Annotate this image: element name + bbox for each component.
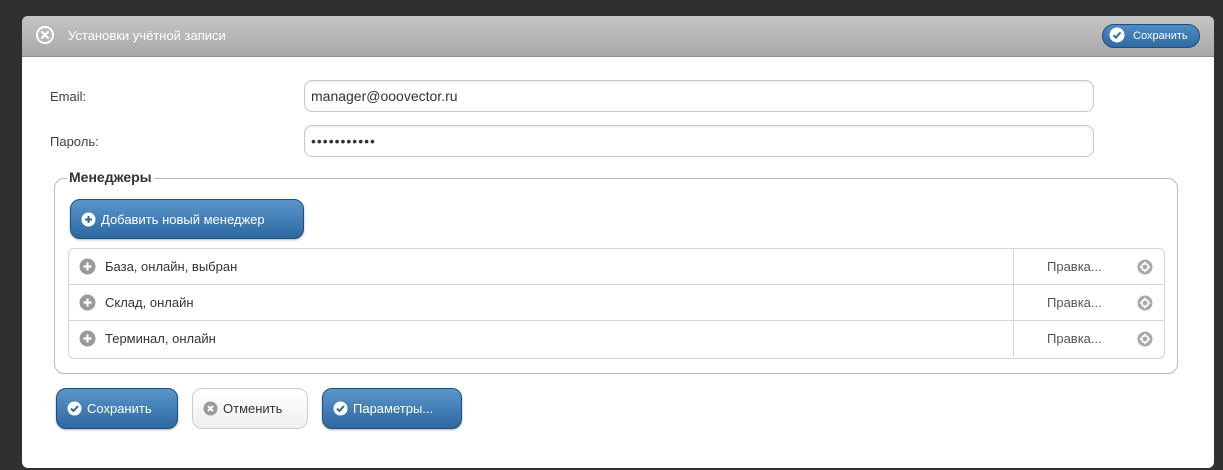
header-save-label: Сохранить xyxy=(1133,30,1188,42)
gear-icon[interactable] xyxy=(1137,295,1153,316)
checkmark-icon xyxy=(333,401,348,416)
checkmark-icon xyxy=(1109,27,1125,46)
cancel-label: Отменить xyxy=(223,401,283,416)
list-item[interactable]: База, онлайн, выбран Правка... xyxy=(69,249,1164,285)
edit-link[interactable]: Правка... xyxy=(1047,295,1102,310)
managers-list: База, онлайн, выбран Правка... Склад, он… xyxy=(68,248,1165,359)
gear-icon[interactable] xyxy=(1137,259,1153,280)
add-manager-label: Добавить новый менеджер xyxy=(101,211,265,227)
expand-plus-icon[interactable] xyxy=(79,330,96,352)
edit-link[interactable]: Правка... xyxy=(1047,331,1102,346)
save-label: Сохранить xyxy=(87,401,152,416)
expand-plus-icon[interactable] xyxy=(79,294,96,316)
save-button[interactable]: Сохранить xyxy=(56,388,178,429)
email-label: Email: xyxy=(50,89,87,104)
add-manager-button[interactable]: Добавить новый менеджер xyxy=(70,199,304,239)
column-divider xyxy=(1013,249,1014,284)
email-field[interactable] xyxy=(304,80,1094,112)
close-icon[interactable] xyxy=(36,26,54,44)
parameters-button[interactable]: Параметры... xyxy=(322,388,462,429)
password-field[interactable] xyxy=(304,125,1094,157)
cancel-button[interactable]: Отменить xyxy=(192,388,308,429)
gear-icon[interactable] xyxy=(1137,331,1153,352)
manager-name: Терминал, онлайн xyxy=(105,331,216,346)
managers-legend: Менеджеры xyxy=(67,169,154,185)
edit-link[interactable]: Правка... xyxy=(1047,259,1102,274)
managers-group: Менеджеры Добавить новый менеджер База, … xyxy=(54,169,1178,374)
manager-name: Склад, онлайн xyxy=(105,295,194,310)
header-save-button[interactable]: Сохранить xyxy=(1102,24,1200,48)
column-divider xyxy=(1013,321,1014,357)
dialog-titlebar: Установки учётной записи Сохранить xyxy=(22,16,1214,57)
checkmark-icon xyxy=(67,401,82,416)
close-icon xyxy=(203,401,218,416)
manager-name: База, онлайн, выбран xyxy=(105,259,238,274)
plus-circle-icon xyxy=(81,212,96,227)
column-divider xyxy=(1013,285,1014,320)
expand-plus-icon[interactable] xyxy=(79,258,96,280)
list-item[interactable]: Терминал, онлайн Правка... xyxy=(69,321,1164,357)
list-item[interactable]: Склад, онлайн Правка... xyxy=(69,285,1164,321)
parameters-label: Параметры... xyxy=(353,401,434,416)
dialog-title: Установки учётной записи xyxy=(68,28,226,43)
account-settings-dialog: Установки учётной записи Сохранить Email… xyxy=(22,16,1214,468)
password-label: Пароль: xyxy=(50,134,99,149)
